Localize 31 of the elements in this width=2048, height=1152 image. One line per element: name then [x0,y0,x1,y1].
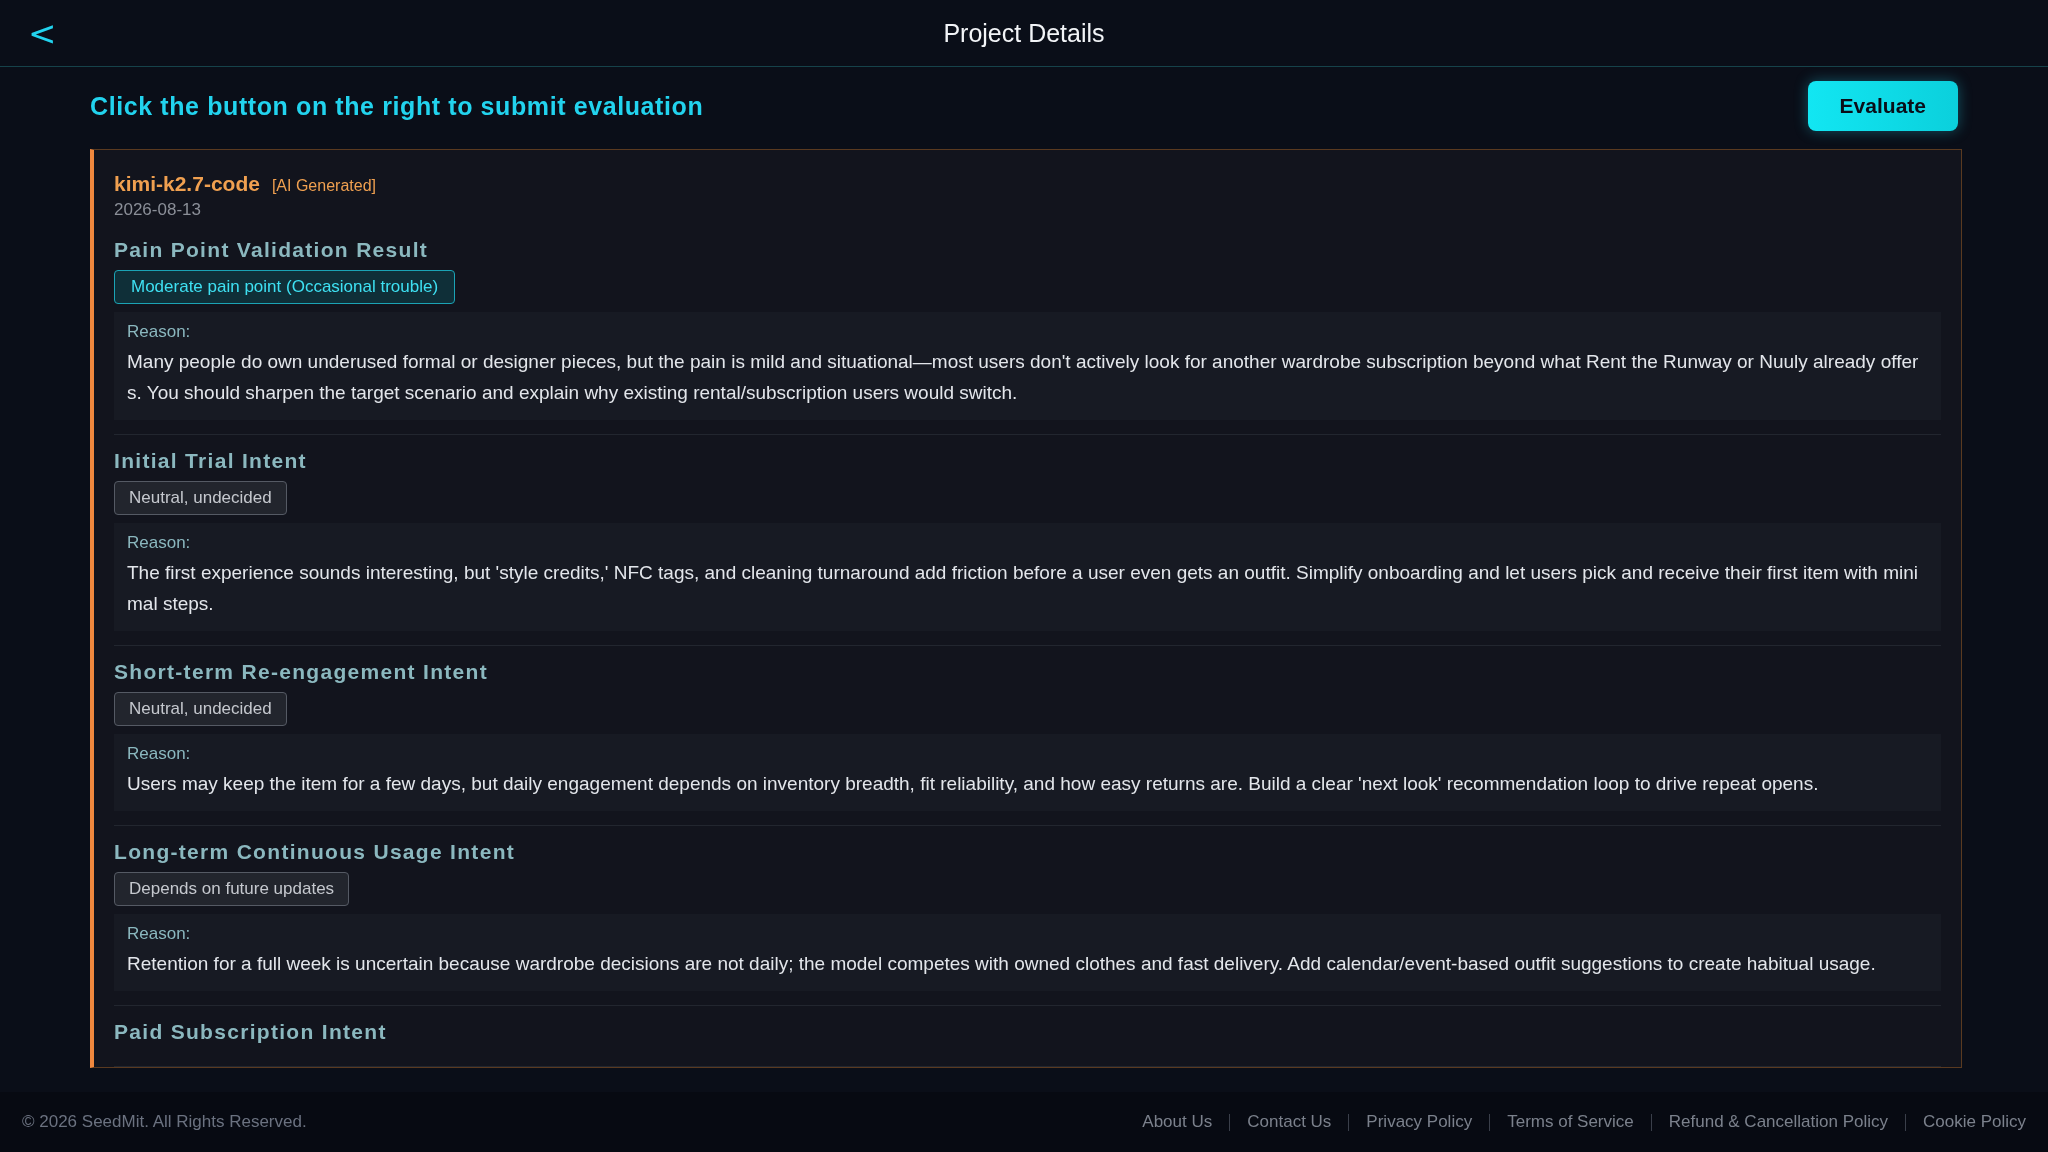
section-title: Short-term Re-engagement Intent [114,660,489,684]
reason-label: Reason: [127,924,192,944]
reason-text: Users may keep the item for a few days, but daily engagement depends on inventory breadth, fit reliability, and how easy returns are. Build a clear 'next look' recommendation loop to drive repeat opens. [127,772,1820,796]
footer-link[interactable]: Terms of Service [1507,1112,1634,1132]
section-title: Initial Trial Intent [114,449,308,473]
footer-link[interactable]: Refund & Cancellation Policy [1668,1112,1888,1132]
reason-label: Reason: [127,533,192,553]
evaluation-date: 2026-08-13 [114,200,202,220]
footer-link[interactable]: About Us [1142,1112,1213,1132]
evaluate-button[interactable]: Evaluate [1807,81,1958,131]
footer-link[interactable]: Cookie Policy [1923,1112,2026,1132]
verdict-badge: Neutral, undecided [114,692,287,726]
verdict-badge: Moderate pain point (Occasional trouble) [114,270,456,304]
section-title: Paid Subscription Intent [114,1020,388,1044]
section-title: Long-term Continuous Usage Intent [114,840,517,864]
footer-link[interactable]: Privacy Policy [1366,1112,1473,1132]
footer-link[interactable]: Contact Us [1247,1112,1332,1132]
reason-text: Many people do own underused formal or designer pieces, but the pain is mild and situational—most users don't actively look for another wardrobe subscription beyond what Rent the Runway or Nuuly already offers. You should sharpen the target scenario and explain why existing rental/subscription users would switch. [127,350,1920,405]
instruction-heading: Click the button on the right to submit evaluation [90,91,704,121]
reason-text: Retention for a full week is uncertain because wardrobe decisions are not daily; the model competes with owned clothes and fast delivery. Add calendar/event-based outfit suggestions to create habitual usage. [127,952,1877,976]
reason-label: Reason: [127,744,192,764]
section-title: Pain Point Validation Result [114,238,430,262]
reason-label: Reason: [127,322,192,342]
copyright-text: © 2026 SeedMit. All Rights Reserved. [22,1112,307,1132]
ai-generated-tag: [AI Generated] [271,177,376,195]
back-button[interactable]: < [24,13,61,53]
reason-text: The first experience sounds interesting, but 'style credits,' NFC tags, and cleaning turnaround add friction before a user even gets an outfit. Simplify onboarding and let users pick and receive their first item with minimal steps. [127,561,1919,616]
page-title: Project Details [943,18,1105,48]
model-name: kimi-k2.7-code [114,172,260,196]
verdict-badge: Neutral, undecided [114,481,287,515]
verdict-badge: Depends on future updates [114,872,350,906]
